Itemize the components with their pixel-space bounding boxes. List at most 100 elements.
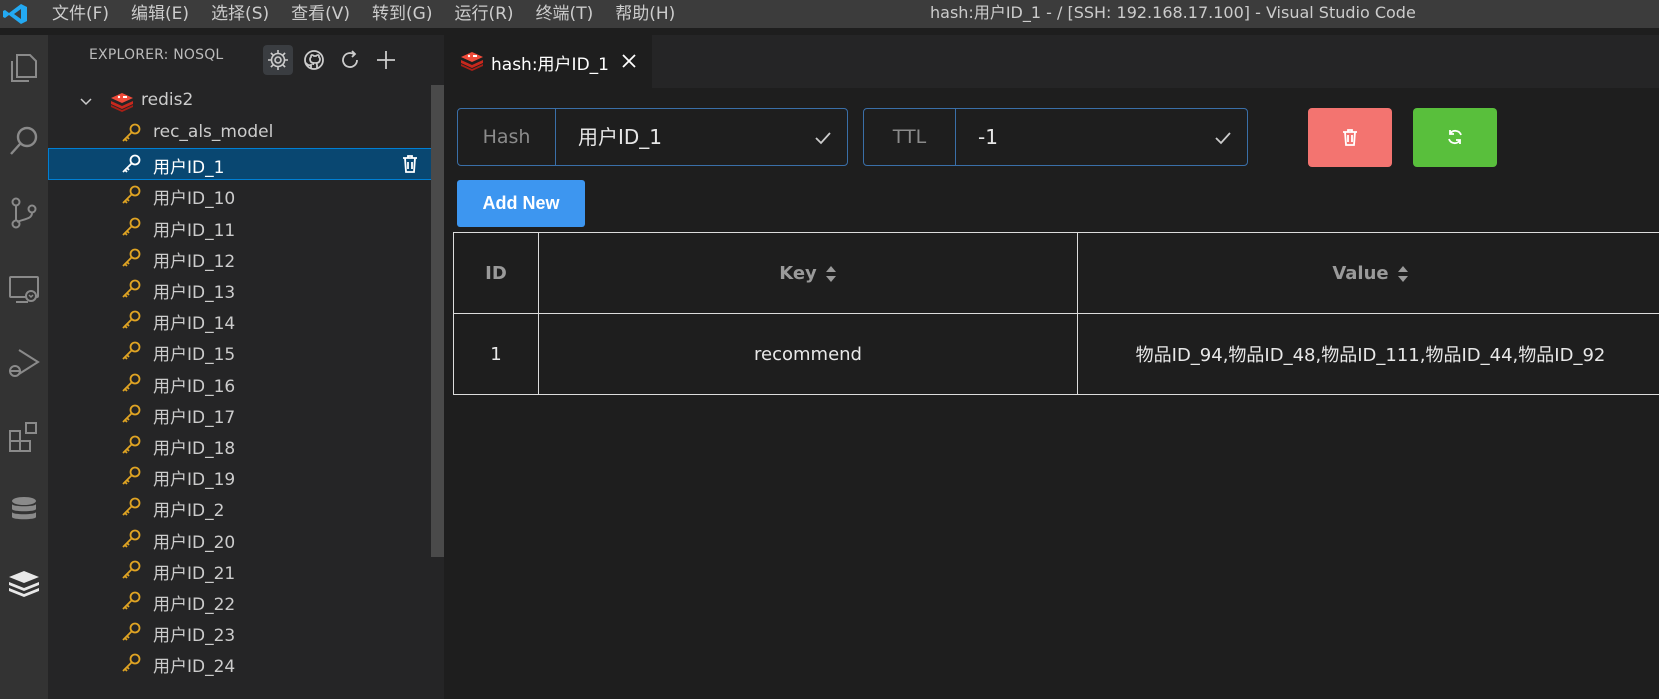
check-icon[interactable]: [813, 128, 833, 148]
menu-bar: 文件(F) 编辑(E) 选择(S) 查看(V) 转到(G) 运行(R) 终端(T…: [52, 0, 697, 28]
tree-root-label: redis2: [141, 90, 194, 110]
trash-icon[interactable]: [400, 153, 420, 175]
key-icon: [120, 465, 142, 487]
key-icon: [120, 403, 142, 425]
tree-item-key[interactable]: 用户ID_2: [48, 491, 444, 523]
source-control-icon[interactable]: [4, 193, 44, 233]
tree-item-label: 用户ID_22: [153, 595, 236, 615]
ttl-field-prefix: TTL: [864, 109, 956, 165]
tree-item-key[interactable]: 用户ID_14: [48, 304, 444, 336]
add-icon[interactable]: [371, 45, 401, 75]
sidebar: EXPLORER: NOSQL redis2 rec_als_model 用户ID…: [48, 35, 444, 699]
key-icon: [120, 528, 142, 550]
hash-field-prefix: Hash: [458, 109, 556, 165]
add-new-button[interactable]: Add New: [457, 180, 585, 227]
menu-help[interactable]: 帮助(H): [615, 0, 675, 28]
search-icon[interactable]: [4, 121, 44, 161]
tree-item-label: 用户ID_24: [153, 657, 236, 678]
key-icon: [120, 590, 142, 612]
refresh-key-button[interactable]: [1413, 108, 1497, 167]
key-icon: [120, 309, 142, 331]
tree-item-key[interactable]: 用户ID_21: [48, 554, 444, 586]
key-icon: [120, 621, 142, 643]
menu-selection[interactable]: 选择(S): [211, 0, 269, 28]
hash-key-input[interactable]: 用户ID_1: [578, 109, 662, 165]
tree-item-key[interactable]: 用户ID_17: [48, 398, 444, 430]
tree-item-key[interactable]: 用户ID_20: [48, 523, 444, 555]
tree-item-label: 用户ID_2: [153, 501, 225, 522]
key-icon: [120, 247, 142, 269]
tree-item-label: 用户ID_16: [153, 376, 236, 397]
refresh-icon[interactable]: [335, 45, 365, 75]
cell-value[interactable]: 物品ID_94,物品ID_48,物品ID_111,物品ID_44,物品ID_92: [1077, 313, 1659, 395]
explorer-icon[interactable]: [4, 47, 44, 87]
hash-key-field: Hash 用户ID_1: [457, 108, 848, 166]
header-value[interactable]: Value: [1077, 232, 1659, 314]
tree-item-key[interactable]: 用户ID_19: [48, 460, 444, 492]
key-icon: [120, 559, 142, 581]
tree-item-label: 用户ID_10: [153, 189, 236, 210]
tree-item-key[interactable]: 用户ID_16: [48, 367, 444, 399]
tree-item-key[interactable]: 用户ID_11: [48, 211, 444, 243]
tree-root-redis2[interactable]: redis2: [48, 85, 444, 117]
tree-item-label: 用户ID_23: [153, 626, 236, 647]
check-icon[interactable]: [1213, 128, 1233, 148]
cell-id: 1: [453, 313, 539, 395]
menu-run[interactable]: 运行(R): [454, 0, 513, 28]
key-icon: [120, 372, 142, 394]
redis-icon[interactable]: [4, 563, 44, 603]
run-debug-icon[interactable]: [4, 343, 44, 383]
header-id-label: ID: [485, 262, 507, 284]
tree-item-label: rec_als_model: [153, 122, 274, 142]
sidebar-scrollbar[interactable]: [431, 85, 444, 557]
key-icon: [120, 278, 142, 300]
extensions-icon[interactable]: [4, 417, 44, 457]
activity-bar: [0, 35, 48, 699]
redis-icon: [461, 52, 483, 71]
ttl-input[interactable]: -1: [978, 109, 998, 165]
tree-item-key[interactable]: 用户ID_24: [48, 647, 444, 679]
key-icon: [120, 216, 142, 238]
tree-item-key[interactable]: 用户ID_22: [48, 585, 444, 617]
chevron-down-icon[interactable]: [78, 93, 94, 109]
tree-item-label: 用户ID_11: [153, 220, 236, 241]
header-key[interactable]: Key: [538, 232, 1078, 314]
gear-icon[interactable]: [263, 45, 293, 75]
tab-hash-key[interactable]: hash:用户ID_1: [444, 35, 652, 88]
delete-key-button[interactable]: [1308, 108, 1392, 167]
remote-explorer-icon[interactable]: [4, 269, 44, 309]
tree-item-key[interactable]: 用户ID_12: [48, 242, 444, 274]
tree-item-key[interactable]: 用户ID_13: [48, 273, 444, 305]
key-icon: [120, 122, 142, 144]
menu-go[interactable]: 转到(G): [372, 0, 432, 28]
tree-item-label: 用户ID_1: [153, 158, 225, 179]
menu-terminal[interactable]: 终端(T): [536, 0, 594, 28]
header-value-label: Value: [1332, 262, 1389, 284]
menu-file[interactable]: 文件(F): [52, 0, 109, 28]
vscode-logo-icon[interactable]: [2, 3, 28, 25]
github-icon[interactable]: [299, 45, 329, 75]
window-title: hash:用户ID_1 - / [SSH: 192.168.17.100] - …: [930, 3, 1416, 22]
menu-edit[interactable]: 编辑(E): [131, 0, 189, 28]
tree-item-label: 用户ID_14: [153, 314, 236, 335]
tree-item-label: 用户ID_21: [153, 563, 236, 584]
tree-item-label: 用户ID_15: [153, 345, 236, 366]
redis-icon: [111, 93, 133, 112]
close-icon[interactable]: [620, 52, 638, 70]
editor-area: hash:用户ID_1 Hash 用户ID_1 TTL -1 Add New I…: [444, 35, 1659, 699]
table-row[interactable]: 1 recommend 物品ID_94,物品ID_48,物品ID_111,物品I…: [453, 313, 1659, 395]
tree-item-label: 用户ID_19: [153, 470, 236, 491]
menu-view[interactable]: 查看(V): [291, 0, 350, 28]
tab-bar: hash:用户ID_1: [444, 35, 1659, 88]
sort-icon[interactable]: [1397, 265, 1409, 283]
hash-table: ID Key Value 1 recommend 物品ID_94,物品ID_48…: [453, 232, 1659, 395]
tree-item-key[interactable]: 用户ID_23: [48, 616, 444, 648]
tree-item-key[interactable]: 用户ID_18: [48, 429, 444, 461]
tree-item-key[interactable]: 用户ID_15: [48, 335, 444, 367]
database-icon[interactable]: [4, 491, 44, 531]
tree-item-key[interactable]: 用户ID_10: [48, 179, 444, 211]
tree-item-key[interactable]: 用户ID_1: [48, 148, 444, 181]
cell-key[interactable]: recommend: [538, 313, 1078, 395]
sort-icon[interactable]: [825, 265, 837, 283]
tree-item-key[interactable]: rec_als_model: [48, 117, 444, 149]
